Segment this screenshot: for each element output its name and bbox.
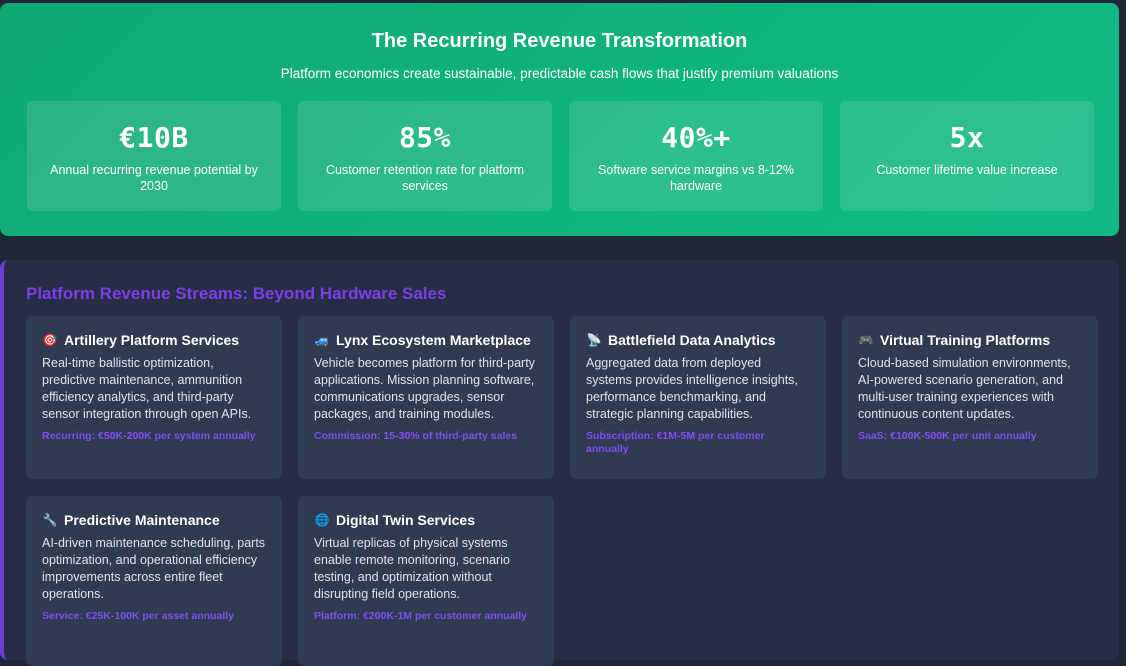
card-title: Lynx Ecosystem Marketplace <box>336 332 531 348</box>
card-pricing: Commission: 15-30% of third-party sales <box>314 430 518 442</box>
card-description: Real-time ballistic optimization, predic… <box>42 356 252 421</box>
card-pricing: SaaS: €100K-500K per unit annually <box>858 430 1037 442</box>
metric-label: Annual recurring revenue potential by 20… <box>50 163 258 193</box>
game-controller-icon: 🎮 <box>858 333 874 347</box>
card-title: Digital Twin Services <box>336 512 476 528</box>
metric-value: 5x <box>949 121 985 154</box>
metric-card-arr: €10B Annual recurring revenue potential … <box>27 101 281 211</box>
metric-value: 85% <box>398 121 452 154</box>
hero-title: The Recurring Revenue Transformation <box>371 30 748 52</box>
section-title: Platform Revenue Streams: Beyond Hardwar… <box>26 284 447 303</box>
metric-value: 40%+ <box>661 121 731 154</box>
card-description: AI-driven maintenance scheduling, parts … <box>42 536 266 601</box>
card-title: Battlefield Data Analytics <box>608 332 776 348</box>
card-title: Virtual Training Platforms <box>880 332 1051 348</box>
metric-label: Customer retention rate for platform ser… <box>326 163 524 193</box>
metric-card-margins: 40%+ Software service margins vs 8-12% h… <box>569 101 823 211</box>
card-pricing: Recurring: €50K-200K per system annually <box>42 430 256 442</box>
stream-card-maintenance: 🔧 Predictive Maintenance AI-driven maint… <box>26 496 282 666</box>
card-description: Cloud-based simulation environments, AI-… <box>858 356 1071 421</box>
revenue-streams-panel: Platform Revenue Streams: Beyond Hardwar… <box>0 260 1119 666</box>
vehicle-icon: 🚙 <box>314 333 330 347</box>
metric-label: Customer lifetime value increase <box>876 163 1058 177</box>
metric-value: €10B <box>119 121 189 154</box>
card-pricing: Subscription: €1M-5M per customer annual… <box>586 430 765 455</box>
hero-banner: The Recurring Revenue Transformation Pla… <box>0 3 1119 236</box>
card-description: Aggregated data from deployed systems pr… <box>586 356 798 421</box>
wrench-icon: 🔧 <box>42 513 58 527</box>
card-title: Predictive Maintenance <box>64 512 220 528</box>
hero-subtitle: Platform economics create sustainable, p… <box>280 66 839 81</box>
card-description: Virtual replicas of physical systems ena… <box>314 536 510 601</box>
target-icon: 🎯 <box>42 333 58 347</box>
stream-card-digital-twin: 🌐 Digital Twin Services Virtual replicas… <box>298 496 554 666</box>
metric-card-ltv: 5x Customer lifetime value increase <box>840 101 1094 211</box>
metric-label: Software service margins vs 8-12% hardwa… <box>598 163 794 193</box>
stream-card-lynx: 🚙 Lynx Ecosystem Marketplace Vehicle bec… <box>298 316 554 479</box>
card-pricing: Platform: €200K-1M per customer annually <box>314 610 527 622</box>
globe-icon: 🌐 <box>314 513 330 527</box>
card-title: Artillery Platform Services <box>64 332 240 348</box>
stream-card-training: 🎮 Virtual Training Platforms Cloud-based… <box>842 316 1098 479</box>
stream-card-analytics: 📡 Battlefield Data Analytics Aggregated … <box>570 316 826 479</box>
card-pricing: Service: €25K-100K per asset annually <box>42 610 235 622</box>
stream-card-artillery: 🎯 Artillery Platform Services Real-time … <box>26 316 282 479</box>
card-description: Vehicle becomes platform for third-party… <box>314 356 535 421</box>
satellite-dish-icon: 📡 <box>586 333 602 347</box>
metric-card-retention: 85% Customer retention rate for platform… <box>298 101 552 211</box>
